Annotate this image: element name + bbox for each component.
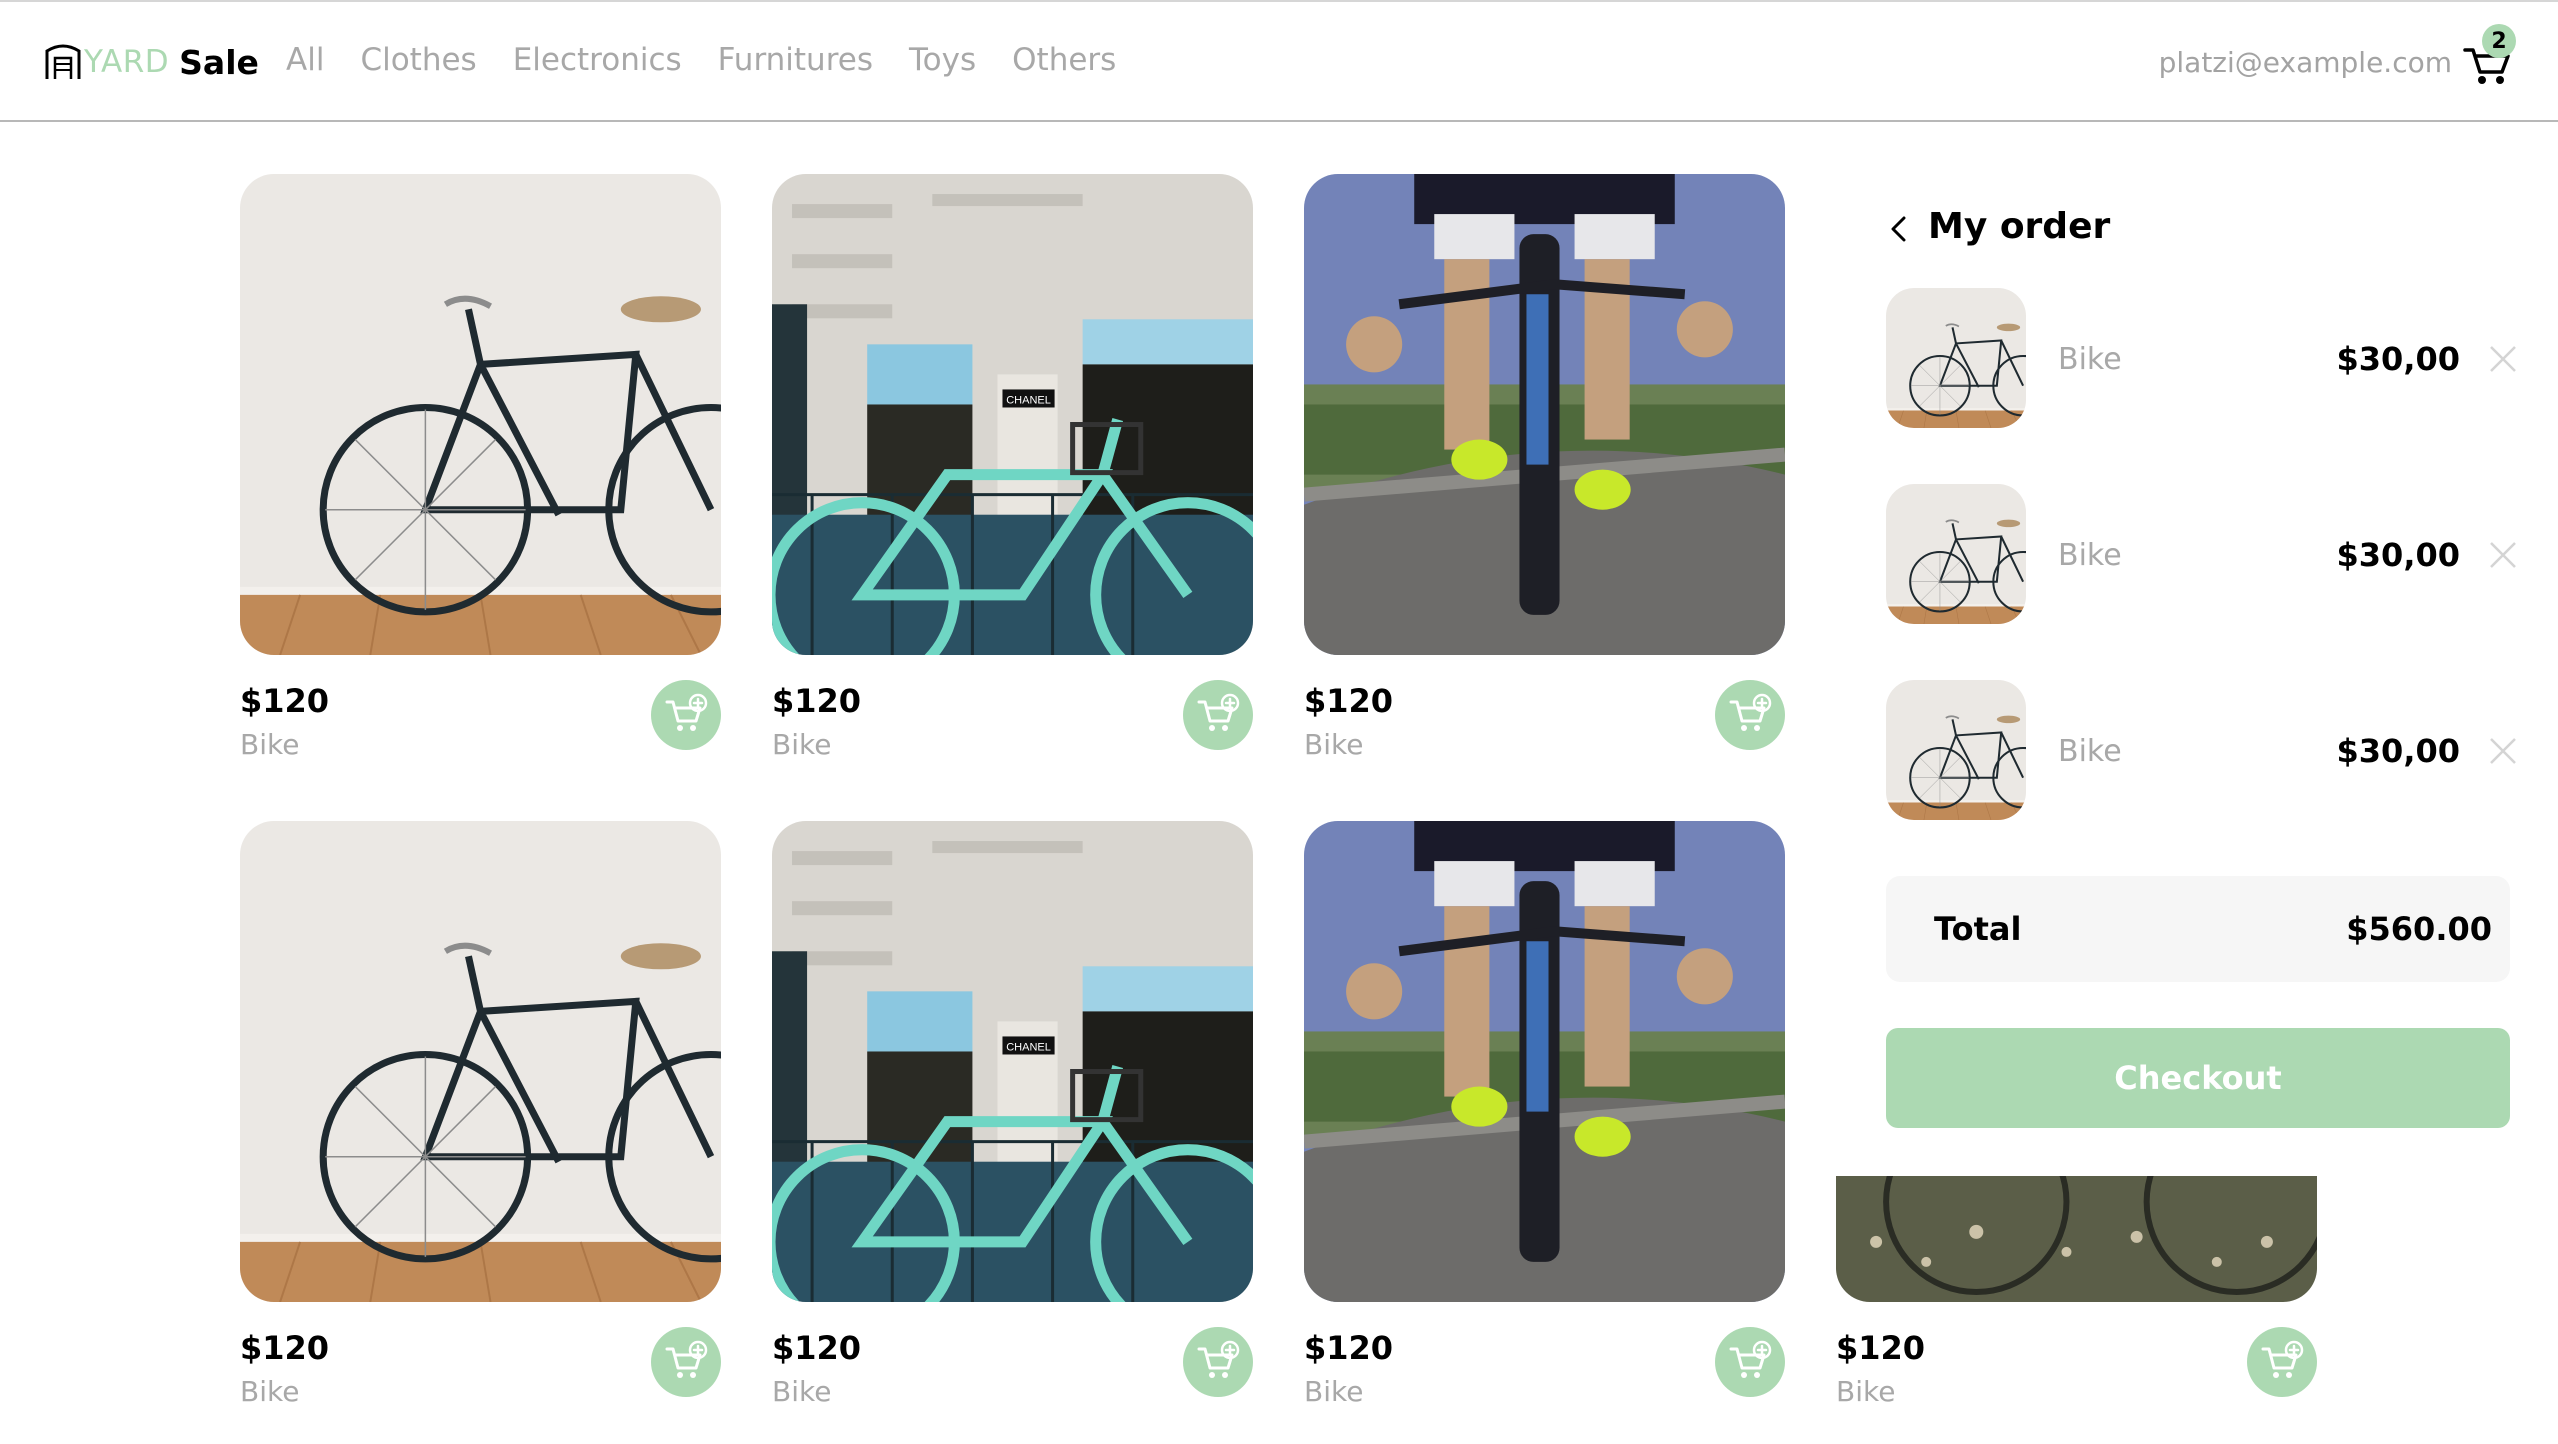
checkout-button[interactable]: Checkout: [1886, 1028, 2510, 1128]
product-price: $120: [240, 682, 330, 720]
order-item-name: Bike: [2058, 734, 2122, 769]
add-to-cart-button[interactable]: [1183, 680, 1253, 750]
product-name: Bike: [1304, 1375, 1364, 1408]
add-to-cart-button[interactable]: [651, 1327, 721, 1397]
product-name: Bike: [1836, 1375, 1896, 1408]
product-name: Bike: [772, 1375, 832, 1408]
category-nav: All Clothes Electronics Furnitures Toys …: [286, 42, 1152, 78]
nav-link-others[interactable]: Others: [1012, 42, 1116, 78]
add-to-cart-button[interactable]: [2247, 1327, 2317, 1397]
product-name: Bike: [240, 728, 300, 761]
total-label: Total: [1934, 910, 2022, 948]
add-to-cart-icon: [1196, 1340, 1240, 1384]
product-image[interactable]: [772, 821, 1253, 1302]
store-icon: [45, 44, 81, 79]
order-item: Bike $30,00: [1886, 288, 2558, 428]
product-image[interactable]: [772, 174, 1253, 655]
product-price: $120: [1304, 1329, 1394, 1367]
my-order-panel: My order Bike $30,00 Bike $30,00 Bike $3…: [1836, 162, 2558, 1176]
product-card[interactable]: $120 Bike: [772, 821, 1253, 1408]
nav-link-clothes[interactable]: Clothes: [360, 42, 476, 78]
add-to-cart-button[interactable]: [1715, 1327, 1785, 1397]
add-to-cart-icon: [1728, 1340, 1772, 1384]
product-image[interactable]: [1304, 821, 1785, 1302]
product-image[interactable]: [240, 174, 721, 655]
product-price: $120: [772, 682, 862, 720]
nav-link-toys[interactable]: Toys: [909, 42, 976, 78]
order-item-price: $30,00: [2336, 732, 2460, 770]
order-item-image: [1886, 484, 2026, 624]
nav-link-furnitures[interactable]: Furnitures: [718, 42, 873, 78]
product-name: Bike: [1304, 728, 1364, 761]
logo-word-yard: YARD: [84, 44, 170, 80]
product-image[interactable]: [1304, 174, 1785, 655]
cart-button[interactable]: 2: [2462, 24, 2518, 84]
user-email[interactable]: platzi@example.com: [2159, 46, 2452, 79]
add-to-cart-icon: [1196, 693, 1240, 737]
order-item-image: [1886, 288, 2026, 428]
add-to-cart-icon: [664, 693, 708, 737]
product-price: $120: [1304, 682, 1394, 720]
chevron-left-icon[interactable]: [1886, 214, 1910, 244]
order-total: Total $560.00: [1886, 876, 2510, 982]
close-icon[interactable]: [2488, 540, 2518, 570]
logo-word-sale: Sale: [179, 42, 259, 82]
product-price: $120: [772, 1329, 862, 1367]
product-card[interactable]: $120 Bike: [1304, 174, 1785, 761]
product-card[interactable]: $120 Bike: [240, 174, 721, 761]
product-name: Bike: [240, 1375, 300, 1408]
order-item-price: $30,00: [2336, 340, 2460, 378]
product-card[interactable]: $120 Bike: [1304, 821, 1785, 1408]
logo[interactable]: YARD Sale: [44, 40, 259, 84]
product-name: Bike: [772, 728, 832, 761]
total-value: $560.00: [2346, 910, 2492, 948]
nav-link-all[interactable]: All: [286, 42, 324, 78]
order-title: My order: [1928, 206, 2111, 247]
product-card[interactable]: $120 Bike: [240, 821, 721, 1408]
order-item-name: Bike: [2058, 342, 2122, 377]
add-to-cart-icon: [664, 1340, 708, 1384]
product-card[interactable]: $120 Bike: [772, 174, 1253, 761]
add-to-cart-icon: [1728, 693, 1772, 737]
order-item-image: [1886, 680, 2026, 820]
order-item-name: Bike: [2058, 538, 2122, 573]
close-icon[interactable]: [2488, 736, 2518, 766]
add-to-cart-icon: [2260, 1340, 2304, 1384]
order-item: Bike $30,00: [1886, 680, 2558, 820]
product-image[interactable]: [240, 821, 721, 1302]
add-to-cart-button[interactable]: [651, 680, 721, 750]
product-price: $120: [1836, 1329, 1926, 1367]
order-item: Bike $30,00: [1886, 484, 2558, 624]
order-item-price: $30,00: [2336, 536, 2460, 574]
close-icon[interactable]: [2488, 344, 2518, 374]
product-price: $120: [240, 1329, 330, 1367]
cart-count-badge: 2: [2482, 24, 2516, 58]
nav-link-electronics[interactable]: Electronics: [513, 42, 682, 78]
navbar: YARD Sale All Clothes Electronics Furnit…: [0, 0, 2558, 122]
add-to-cart-button[interactable]: [1715, 680, 1785, 750]
add-to-cart-button[interactable]: [1183, 1327, 1253, 1397]
